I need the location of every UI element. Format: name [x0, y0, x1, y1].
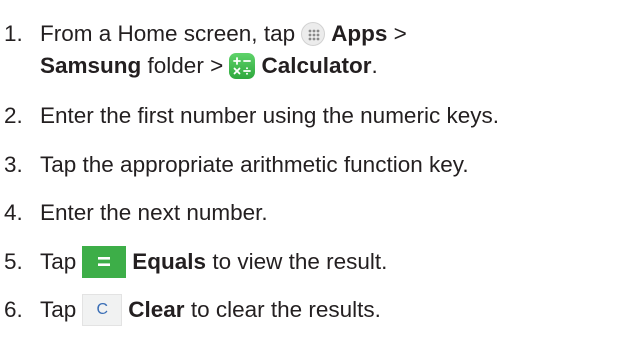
step-number: 2.: [4, 103, 23, 128]
step-6: 6. Tap C Clear to clear the results.: [0, 294, 381, 326]
step-text: to view the result.: [206, 249, 388, 274]
step-text: Enter the first number using the numeric…: [40, 103, 499, 128]
step-number: 3.: [4, 152, 23, 177]
step-number: 5.: [4, 249, 23, 274]
step-5: 5. Tap Equals to view the result.: [0, 246, 387, 278]
step-1: 1. From a Home screen, tap Apps >: [0, 19, 407, 49]
calculator-app-icon: [229, 53, 256, 79]
equals-label: Equals: [132, 249, 207, 274]
clear-label: Clear: [128, 297, 185, 322]
samsung-folder-label: Samsung: [40, 53, 142, 78]
step-text: .: [371, 53, 378, 78]
equals-key-icon: [82, 246, 127, 278]
step-2: 2. Enter the first number using the nume…: [0, 101, 499, 131]
step-text: to clear the results.: [184, 297, 381, 322]
step-text: Tap: [40, 249, 77, 274]
apps-grid-icon: [301, 22, 326, 46]
apps-label: Apps: [331, 21, 388, 46]
step-3: 3. Tap the appropriate arithmetic functi…: [0, 150, 469, 180]
step-text: From a Home screen, tap: [40, 21, 296, 46]
step-text: >: [387, 21, 407, 46]
clear-key-icon: C: [82, 294, 123, 326]
step-1-continued: Samsung folder > Calculator .: [0, 51, 378, 81]
step-number: 1.: [4, 21, 23, 46]
step-number: 6.: [4, 297, 23, 322]
calculator-label: Calculator: [261, 53, 372, 78]
step-number: 4.: [4, 200, 23, 225]
step-text: Tap: [40, 297, 77, 322]
step-text: Tap the appropriate arithmetic function …: [40, 152, 469, 177]
step-text: folder >: [141, 53, 230, 78]
step-text: Enter the next number.: [40, 200, 268, 225]
step-4: 4. Enter the next number.: [0, 198, 268, 228]
